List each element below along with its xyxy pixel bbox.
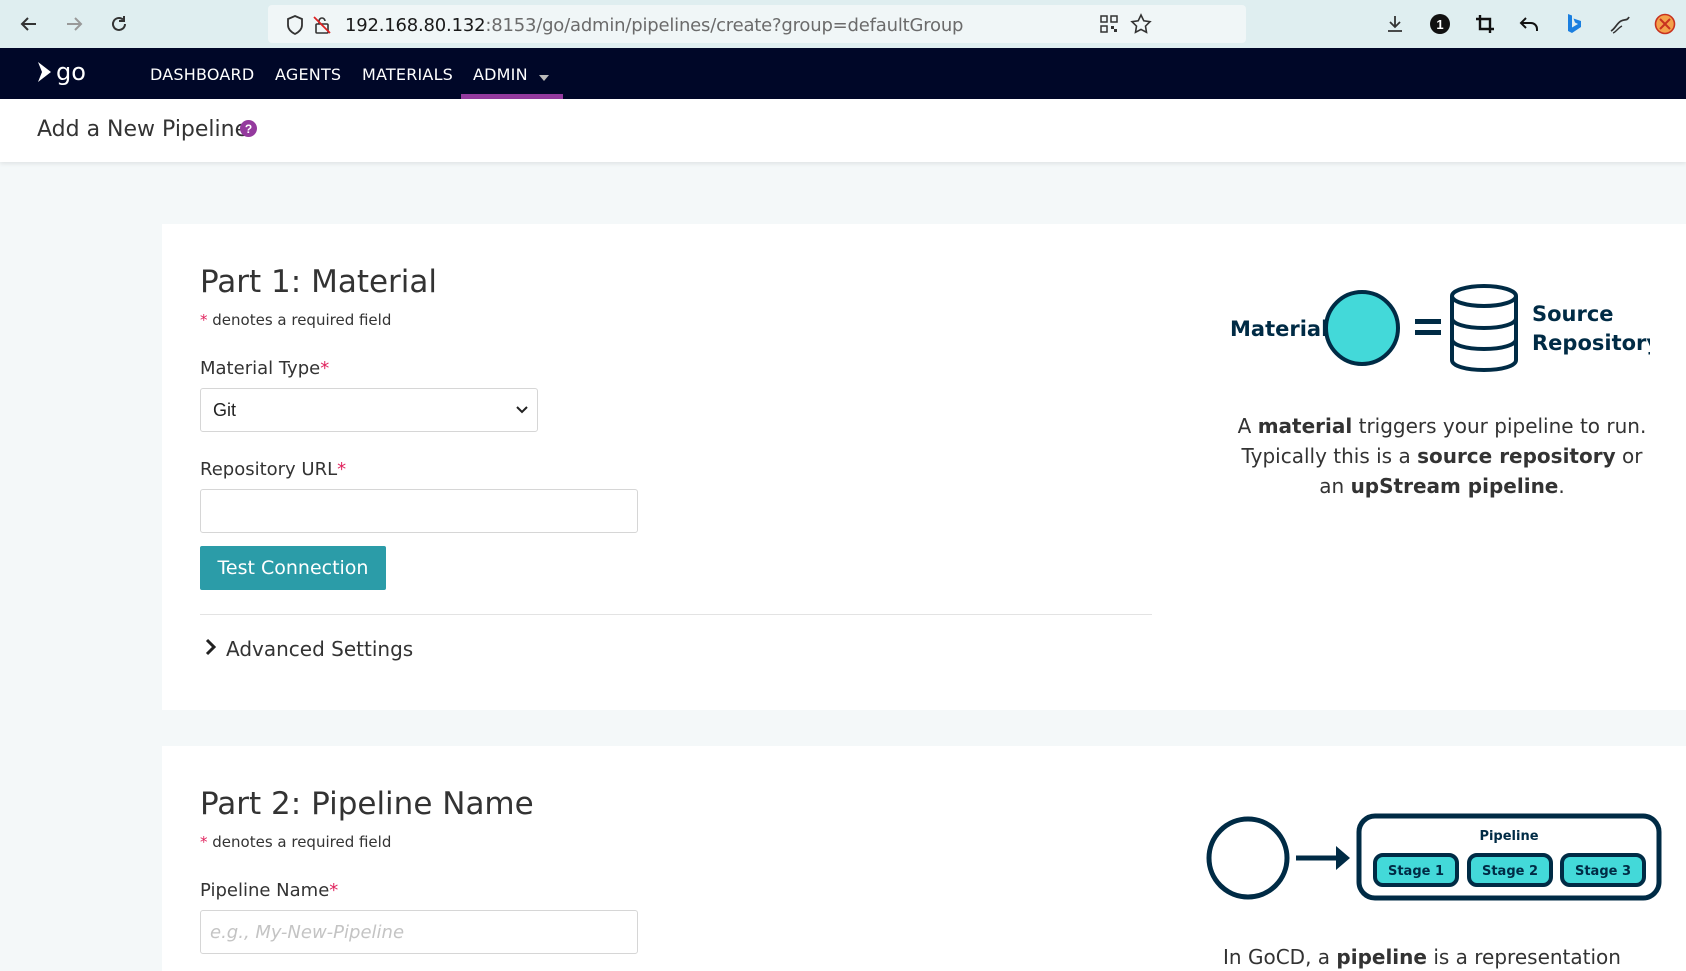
chevron-right-icon [204,638,218,661]
url-text: 192.168.80.132:8153/go/admin/pipelines/c… [345,15,964,36]
material-section: Part 1: Material * denotes a required fi… [162,224,1686,710]
material-type-label: Material Type* [200,358,330,379]
pipeline-description: In GoCD, a pipeline is a representation [1223,945,1621,969]
svg-text:go: go [56,58,86,86]
insecure-lock-icon[interactable] [312,15,332,40]
pipeline-illustration: Pipeline Stage 1 Stage 2 Stage 3 [1206,813,1662,901]
required-star: * [200,311,208,329]
svg-text:Repository: Repository [1532,331,1650,355]
back-icon[interactable] [16,11,42,37]
forward-icon[interactable] [61,11,87,37]
advanced-settings-toggle[interactable]: Advanced Settings [204,637,413,661]
material-illustration: Material Source Repository [1230,284,1650,373]
browser-toolbar: 192.168.80.132:8153/go/admin/pipelines/c… [0,0,1686,48]
nav-admin[interactable]: ADMIN [473,65,550,85]
pipeline-name-section: Part 2: Pipeline Name * denotes a requir… [162,746,1686,971]
svg-text:Source: Source [1532,302,1614,326]
undo-icon[interactable] [1517,12,1541,36]
go-logo[interactable]: go [36,58,92,91]
reload-icon[interactable] [106,11,132,37]
pipeline-name-placeholder: e.g., My-New-Pipeline [210,922,405,943]
svg-text:Stage 1: Stage 1 [1388,864,1444,879]
address-bar[interactable]: 192.168.80.132:8153/go/admin/pipelines/c… [268,5,1246,43]
page-title: Add a New Pipeline [37,117,249,142]
test-connection-button[interactable]: Test Connection [200,546,386,590]
help-icon[interactable]: ? [240,120,257,137]
app-header: go DASHBOARD AGENTS MATERIALS ADMIN [0,48,1686,99]
svg-text:Material: Material [1230,317,1328,341]
repository-url-input[interactable] [200,489,638,533]
svg-text:1: 1 [1436,17,1443,32]
shield-icon [286,15,304,40]
pipeline-name-label: Pipeline Name* [200,880,339,901]
nav-admin-label: ADMIN [473,65,528,84]
repository-url-label: Repository URL* [200,459,347,480]
page-title-bar: Add a New Pipeline ? [0,99,1686,162]
svg-text:Pipeline: Pipeline [1479,829,1538,844]
nav-agents[interactable]: AGENTS [275,65,341,84]
svg-text:Stage 2: Stage 2 [1482,864,1538,879]
chevron-down-icon [515,403,529,422]
bing-icon[interactable] [1562,12,1586,36]
material-type-select[interactable]: Git [200,388,538,432]
required-note: * denotes a required field [200,311,392,329]
material-description: A material triggers your pipeline to run… [1237,414,1647,498]
extension-icon[interactable] [1608,12,1632,36]
crop-icon[interactable] [1473,12,1497,36]
nav-dashboard[interactable]: DASHBOARD [150,65,254,84]
part1-title: Part 1: Material [200,264,438,300]
qr-code-icon[interactable] [1100,15,1118,38]
password-manager-icon[interactable]: 1 [1428,12,1452,36]
required-star: * [200,833,208,851]
blocker-icon[interactable] [1653,12,1677,36]
caret-down-icon [539,66,550,85]
svg-text:Stage 3: Stage 3 [1575,864,1631,879]
divider [200,614,1152,615]
pipeline-name-input[interactable]: e.g., My-New-Pipeline [200,910,638,954]
download-icon[interactable] [1383,12,1407,36]
advanced-settings-label: Advanced Settings [226,637,414,661]
nav-materials[interactable]: MATERIALS [362,65,453,84]
material-type-value: Git [213,400,237,420]
bookmark-star-icon[interactable] [1130,13,1152,40]
part2-title: Part 2: Pipeline Name [200,786,534,822]
required-note: * denotes a required field [200,833,392,851]
